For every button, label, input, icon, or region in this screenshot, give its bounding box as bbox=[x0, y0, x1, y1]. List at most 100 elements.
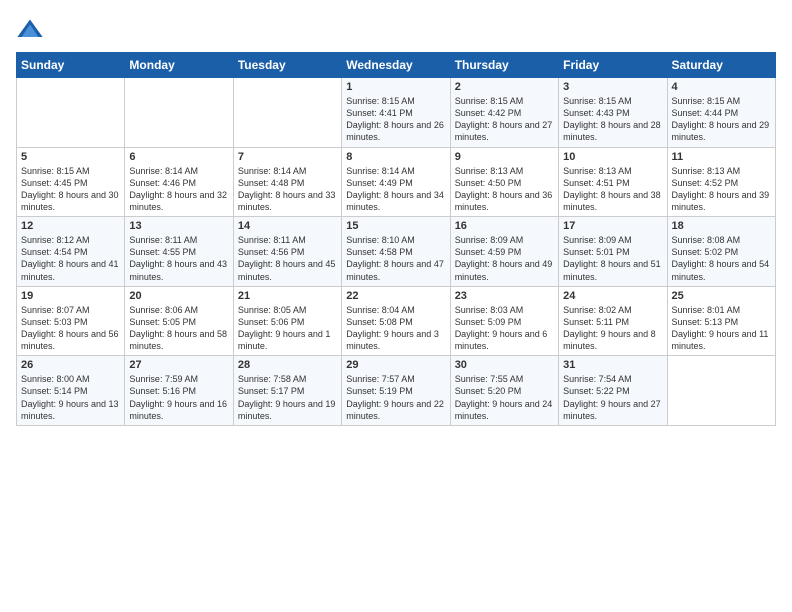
cell-text: Sunrise: 8:11 AM Sunset: 4:56 PM Dayligh… bbox=[238, 234, 337, 283]
calendar-cell: 23 Sunrise: 8:03 AM Sunset: 5:09 PM Dayli… bbox=[450, 286, 558, 356]
cell-text: Sunrise: 8:14 AM Sunset: 4:48 PM Dayligh… bbox=[238, 165, 337, 214]
day-number: 8 bbox=[346, 151, 445, 163]
header-day-saturday: Saturday bbox=[667, 53, 775, 78]
cell-text: Sunrise: 7:58 AM Sunset: 5:17 PM Dayligh… bbox=[238, 373, 337, 422]
cell-text: Sunrise: 8:09 AM Sunset: 5:01 PM Dayligh… bbox=[563, 234, 662, 283]
cell-text: Sunrise: 8:15 AM Sunset: 4:45 PM Dayligh… bbox=[21, 165, 120, 214]
day-number: 1 bbox=[346, 81, 445, 93]
logo bbox=[16, 16, 48, 44]
cell-text: Sunrise: 8:08 AM Sunset: 5:02 PM Dayligh… bbox=[672, 234, 771, 283]
day-number: 21 bbox=[238, 290, 337, 302]
calendar-cell: 30Sunrise: 7:55 AM Sunset: 5:20 PM Dayli… bbox=[450, 356, 558, 426]
cell-text: Sunrise: 8:06 AM Sunset: 5:05 PM Dayligh… bbox=[129, 304, 228, 353]
cell-text: Sunrise: 8:15 AM Sunset: 4:41 PM Dayligh… bbox=[346, 95, 445, 144]
calendar-cell: 31 Sunrise: 7:54 AM Sunset: 5:22 PM Dayli… bbox=[559, 356, 667, 426]
day-number: 27 bbox=[129, 359, 228, 371]
calendar-cell: 16 Sunrise: 8:09 AM Sunset: 4:59 PM Dayli… bbox=[450, 217, 558, 287]
calendar-cell: 7Sunrise: 8:14 AM Sunset: 4:48 PM Daylig… bbox=[233, 147, 341, 217]
calendar-cell: 12 Sunrise: 8:12 AM Sunset: 4:54 PM Dayli… bbox=[17, 217, 125, 287]
day-number: 24 bbox=[563, 290, 662, 302]
day-number: 16 bbox=[455, 220, 554, 232]
cell-text: Sunrise: 8:00 AM Sunset: 5:14 PM Dayligh… bbox=[21, 373, 120, 422]
cell-text: Sunrise: 8:11 AM Sunset: 4:55 PM Dayligh… bbox=[129, 234, 228, 283]
calendar-cell: 22 Sunrise: 8:04 AM Sunset: 5:08 PM Dayli… bbox=[342, 286, 450, 356]
cell-text: Sunrise: 7:54 AM Sunset: 5:22 PM Dayligh… bbox=[563, 373, 662, 422]
cell-text: Sunrise: 8:07 AM Sunset: 5:03 PM Dayligh… bbox=[21, 304, 120, 353]
header-day-thursday: Thursday bbox=[450, 53, 558, 78]
cell-text: Sunrise: 8:15 AM Sunset: 4:43 PM Dayligh… bbox=[563, 95, 662, 144]
calendar-cell: 6Sunrise: 8:14 AM Sunset: 4:46 PM Daylig… bbox=[125, 147, 233, 217]
calendar-cell: 10 Sunrise: 8:13 AM Sunset: 4:51 PM Dayli… bbox=[559, 147, 667, 217]
calendar-cell: 13 Sunrise: 8:11 AM Sunset: 4:55 PM Dayli… bbox=[125, 217, 233, 287]
calendar-cell: 25 Sunrise: 8:01 AM Sunset: 5:13 PM Dayli… bbox=[667, 286, 775, 356]
calendar-cell bbox=[667, 356, 775, 426]
header-day-monday: Monday bbox=[125, 53, 233, 78]
calendar-cell: 8 Sunrise: 8:14 AM Sunset: 4:49 PM Daylig… bbox=[342, 147, 450, 217]
calendar-header: SundayMondayTuesdayWednesdayThursdayFrid… bbox=[17, 53, 776, 78]
calendar-cell: 15 Sunrise: 8:10 AM Sunset: 4:58 PM Dayli… bbox=[342, 217, 450, 287]
day-number: 19 bbox=[21, 290, 120, 302]
week-row-3: 19 Sunrise: 8:07 AM Sunset: 5:03 PM Dayli… bbox=[17, 286, 776, 356]
day-number: 26 bbox=[21, 359, 120, 371]
calendar-cell: 17 Sunrise: 8:09 AM Sunset: 5:01 PM Dayli… bbox=[559, 217, 667, 287]
calendar-cell: 11 Sunrise: 8:13 AM Sunset: 4:52 PM Dayli… bbox=[667, 147, 775, 217]
day-number: 14 bbox=[238, 220, 337, 232]
calendar-cell: 26 Sunrise: 8:00 AM Sunset: 5:14 PM Dayli… bbox=[17, 356, 125, 426]
calendar-cell: 21 Sunrise: 8:05 AM Sunset: 5:06 PM Dayli… bbox=[233, 286, 341, 356]
day-number: 11 bbox=[672, 151, 771, 163]
cell-text: Sunrise: 8:15 AM Sunset: 4:44 PM Dayligh… bbox=[672, 95, 771, 144]
day-number: 23 bbox=[455, 290, 554, 302]
calendar-cell: 27Sunrise: 7:59 AM Sunset: 5:16 PM Dayli… bbox=[125, 356, 233, 426]
day-number: 28 bbox=[238, 359, 337, 371]
calendar-cell: 3 Sunrise: 8:15 AM Sunset: 4:43 PM Daylig… bbox=[559, 78, 667, 148]
calendar-cell: 9 Sunrise: 8:13 AM Sunset: 4:50 PM Daylig… bbox=[450, 147, 558, 217]
day-number: 5 bbox=[21, 151, 120, 163]
cell-text: Sunrise: 8:13 AM Sunset: 4:50 PM Dayligh… bbox=[455, 165, 554, 214]
cell-text: Sunrise: 8:12 AM Sunset: 4:54 PM Dayligh… bbox=[21, 234, 120, 283]
calendar-cell: 24 Sunrise: 8:02 AM Sunset: 5:11 PM Dayli… bbox=[559, 286, 667, 356]
week-row-4: 26 Sunrise: 8:00 AM Sunset: 5:14 PM Dayli… bbox=[17, 356, 776, 426]
calendar-cell: 20 Sunrise: 8:06 AM Sunset: 5:05 PM Dayli… bbox=[125, 286, 233, 356]
calendar-cell: 14 Sunrise: 8:11 AM Sunset: 4:56 PM Dayli… bbox=[233, 217, 341, 287]
day-number: 17 bbox=[563, 220, 662, 232]
day-number: 30 bbox=[455, 359, 554, 371]
cell-text: Sunrise: 8:05 AM Sunset: 5:06 PM Dayligh… bbox=[238, 304, 337, 353]
calendar-cell: 28 Sunrise: 7:58 AM Sunset: 5:17 PM Dayli… bbox=[233, 356, 341, 426]
logo-icon bbox=[16, 16, 44, 44]
day-number: 15 bbox=[346, 220, 445, 232]
header-day-friday: Friday bbox=[559, 53, 667, 78]
cell-text: Sunrise: 8:04 AM Sunset: 5:08 PM Dayligh… bbox=[346, 304, 445, 353]
week-row-0: 1 Sunrise: 8:15 AM Sunset: 4:41 PM Daylig… bbox=[17, 78, 776, 148]
day-number: 12 bbox=[21, 220, 120, 232]
day-number: 20 bbox=[129, 290, 228, 302]
calendar-cell: 18Sunrise: 8:08 AM Sunset: 5:02 PM Dayli… bbox=[667, 217, 775, 287]
cell-text: Sunrise: 8:10 AM Sunset: 4:58 PM Dayligh… bbox=[346, 234, 445, 283]
calendar-body: 1 Sunrise: 8:15 AM Sunset: 4:41 PM Daylig… bbox=[17, 78, 776, 426]
header-row: SundayMondayTuesdayWednesdayThursdayFrid… bbox=[17, 53, 776, 78]
day-number: 25 bbox=[672, 290, 771, 302]
calendar-cell: 1 Sunrise: 8:15 AM Sunset: 4:41 PM Daylig… bbox=[342, 78, 450, 148]
day-number: 3 bbox=[563, 81, 662, 93]
cell-text: Sunrise: 8:15 AM Sunset: 4:42 PM Dayligh… bbox=[455, 95, 554, 144]
day-number: 13 bbox=[129, 220, 228, 232]
calendar-cell: 19 Sunrise: 8:07 AM Sunset: 5:03 PM Dayli… bbox=[17, 286, 125, 356]
day-number: 10 bbox=[563, 151, 662, 163]
day-number: 22 bbox=[346, 290, 445, 302]
day-number: 31 bbox=[563, 359, 662, 371]
day-number: 2 bbox=[455, 81, 554, 93]
cell-text: Sunrise: 8:14 AM Sunset: 4:49 PM Dayligh… bbox=[346, 165, 445, 214]
cell-text: Sunrise: 8:09 AM Sunset: 4:59 PM Dayligh… bbox=[455, 234, 554, 283]
cell-text: Sunrise: 8:13 AM Sunset: 4:51 PM Dayligh… bbox=[563, 165, 662, 214]
cell-text: Sunrise: 8:13 AM Sunset: 4:52 PM Dayligh… bbox=[672, 165, 771, 214]
cell-text: Sunrise: 8:03 AM Sunset: 5:09 PM Dayligh… bbox=[455, 304, 554, 353]
header-day-sunday: Sunday bbox=[17, 53, 125, 78]
day-number: 9 bbox=[455, 151, 554, 163]
week-row-1: 5 Sunrise: 8:15 AM Sunset: 4:45 PM Daylig… bbox=[17, 147, 776, 217]
calendar-cell: 5 Sunrise: 8:15 AM Sunset: 4:45 PM Daylig… bbox=[17, 147, 125, 217]
calendar-cell: 2 Sunrise: 8:15 AM Sunset: 4:42 PM Daylig… bbox=[450, 78, 558, 148]
cell-text: Sunrise: 8:02 AM Sunset: 5:11 PM Dayligh… bbox=[563, 304, 662, 353]
cell-text: Sunrise: 8:01 AM Sunset: 5:13 PM Dayligh… bbox=[672, 304, 771, 353]
day-number: 6 bbox=[129, 151, 228, 163]
day-number: 4 bbox=[672, 81, 771, 93]
page-header bbox=[16, 16, 776, 44]
